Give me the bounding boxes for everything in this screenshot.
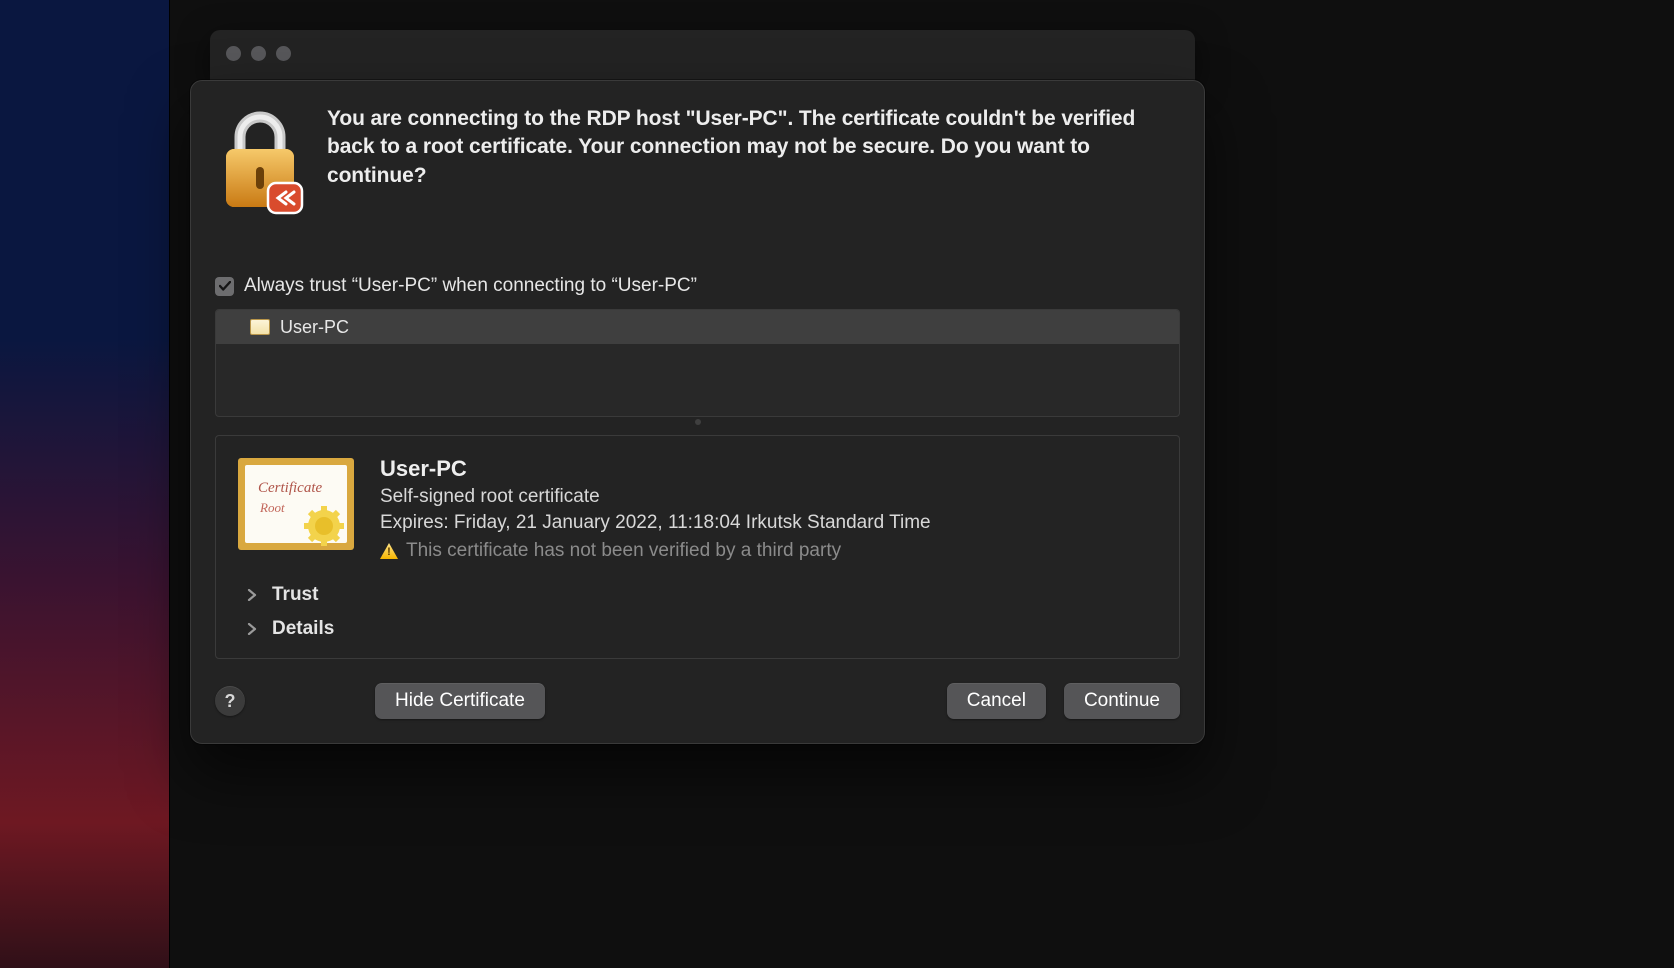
lock-icon (215, 105, 305, 215)
desktop-wallpaper (0, 0, 170, 968)
certificate-expires: Expires: Friday, 21 January 2022, 11:18:… (380, 512, 1159, 534)
certificate-icon (250, 319, 270, 335)
certificate-kind: Self-signed root certificate (380, 486, 1159, 508)
certificate-name: User-PC (380, 456, 1159, 482)
certificate-warning: This certificate has not been verified b… (406, 540, 841, 562)
disclosure-trust[interactable]: Trust (246, 584, 1159, 606)
zoom-window-button[interactable] (276, 46, 291, 61)
continue-button[interactable]: Continue (1064, 683, 1180, 719)
certificate-large-icon: Certificate Root (236, 456, 356, 558)
always-trust-checkbox[interactable] (215, 277, 234, 296)
certificate-chain-item[interactable]: User-PC (216, 310, 1179, 344)
certificate-chain-item-name: User-PC (280, 317, 349, 338)
disclosure-details[interactable]: Details (246, 618, 1159, 640)
warning-icon: ! (380, 543, 398, 559)
certificate-verify-dialog: You are connecting to the RDP host "User… (190, 80, 1205, 744)
hide-certificate-button[interactable]: Hide Certificate (375, 683, 545, 719)
cancel-button[interactable]: Cancel (947, 683, 1046, 719)
window-traffic-lights (226, 46, 291, 61)
help-button[interactable]: ? (215, 686, 245, 716)
svg-text:Certificate: Certificate (258, 480, 322, 496)
parent-window-titlebar (210, 30, 1195, 80)
minimize-window-button[interactable] (251, 46, 266, 61)
always-trust-label: Always trust “User-PC” when connecting t… (244, 275, 697, 297)
svg-text:Root: Root (259, 500, 285, 515)
split-resize-handle[interactable] (215, 417, 1180, 435)
dialog-message: You are connecting to the RDP host "User… (327, 105, 1180, 215)
certificate-chain-list[interactable]: User-PC (215, 309, 1180, 417)
chevron-right-icon (246, 589, 258, 601)
close-window-button[interactable] (226, 46, 241, 61)
certificate-details-panel: Certificate Root User-PC (215, 435, 1180, 659)
disclosure-details-label: Details (272, 618, 334, 640)
disclosure-trust-label: Trust (272, 584, 318, 606)
chevron-right-icon (246, 623, 258, 635)
